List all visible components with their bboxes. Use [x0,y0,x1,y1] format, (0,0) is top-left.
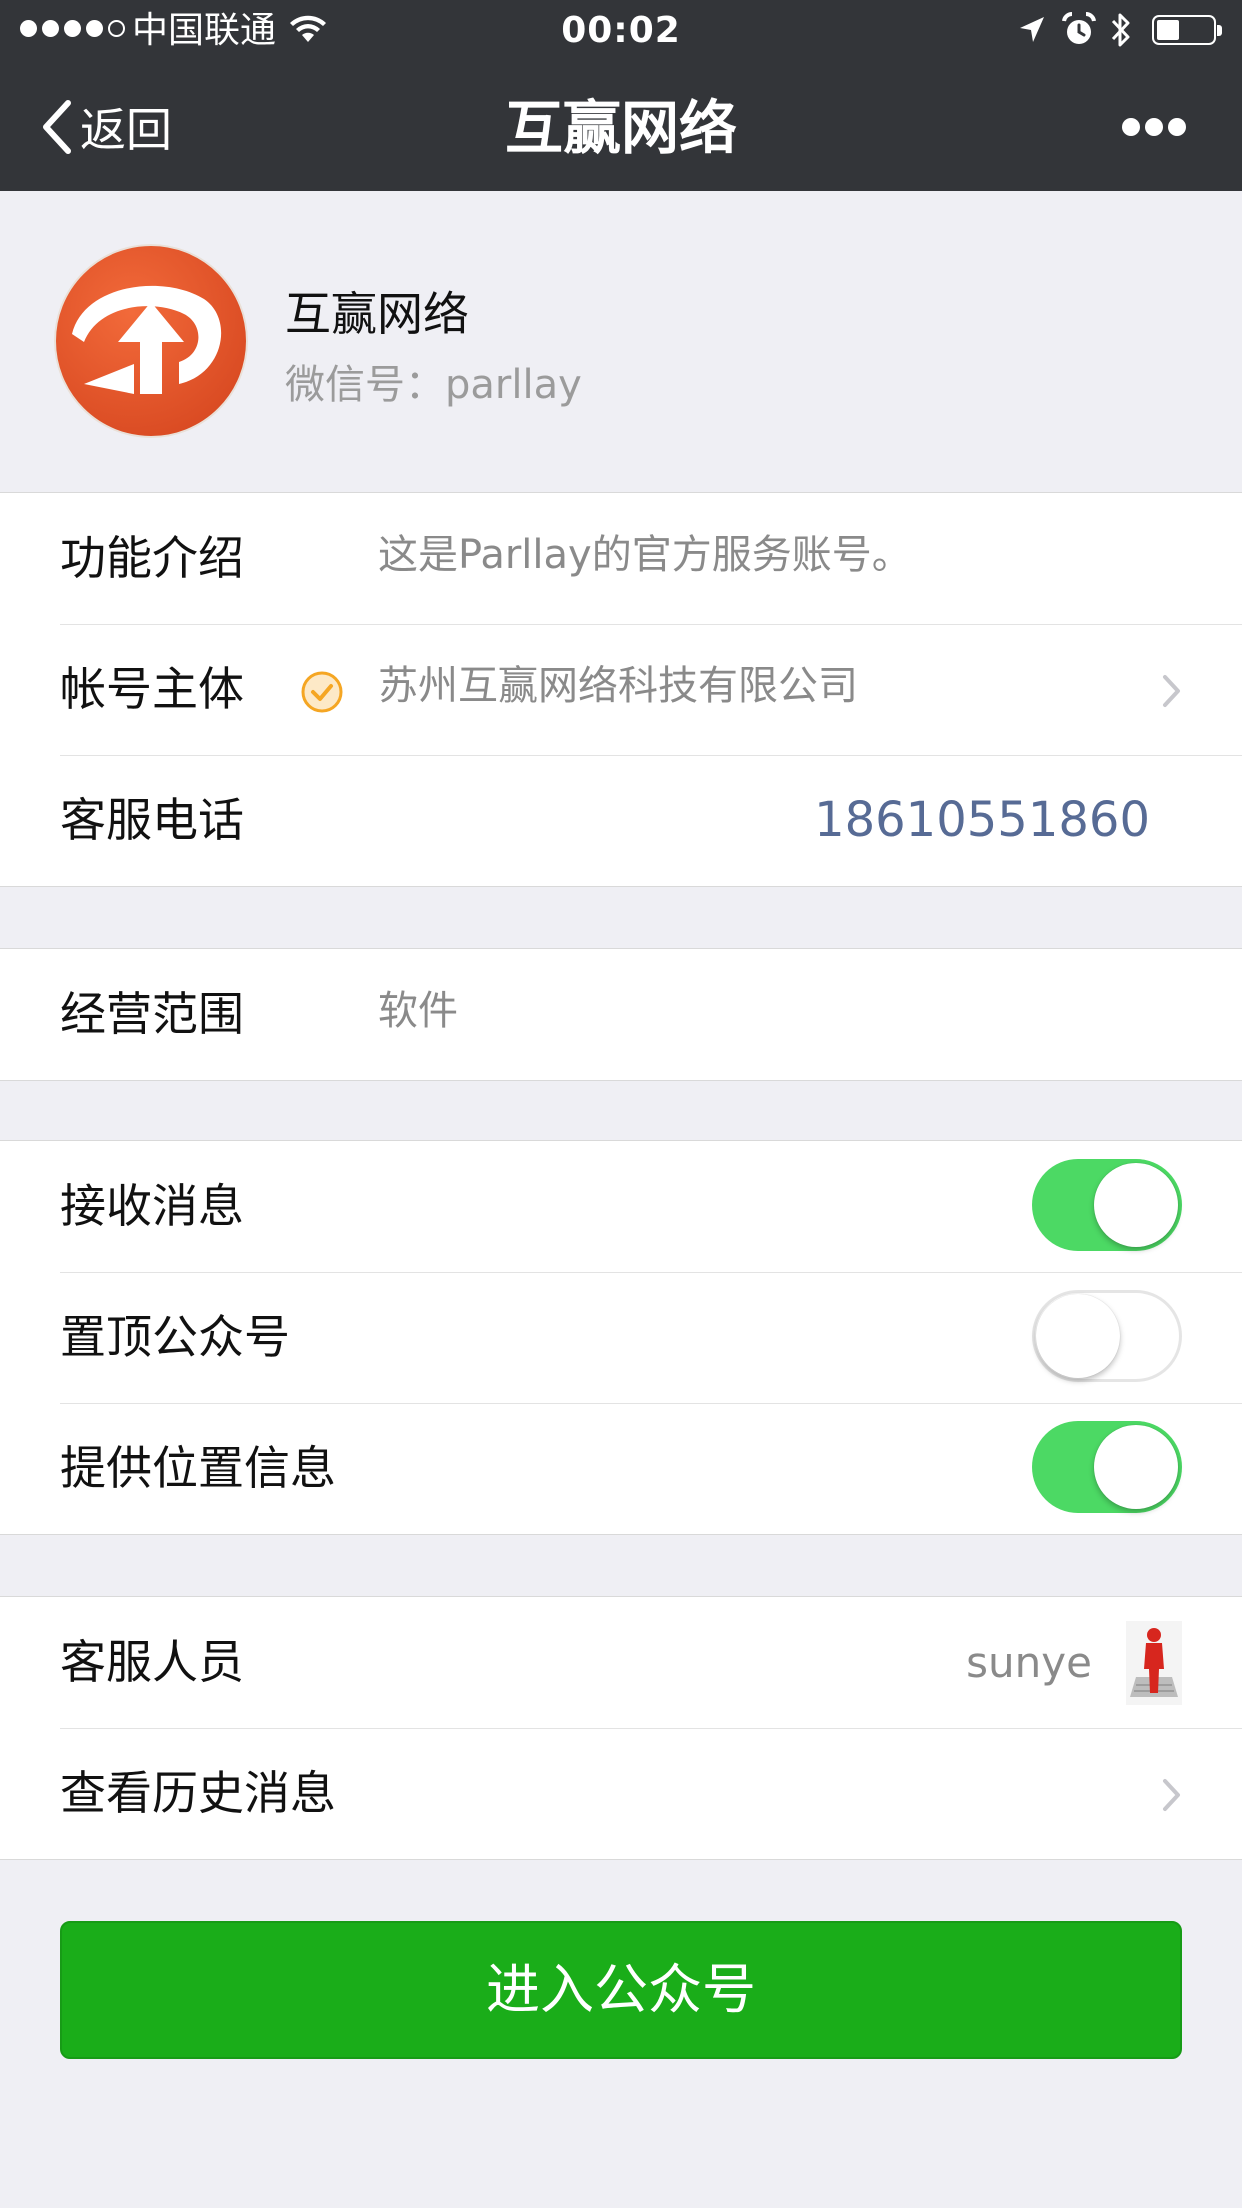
wechat-id: 微信号：parllay [285,362,582,408]
pin-account-toggle[interactable] [1032,1290,1182,1382]
phone-number-link[interactable]: 18610551860 [814,755,1150,886]
alarm-icon [1062,11,1096,44]
receive-messages-label: 接收消息 [60,1179,244,1233]
top-bar: 中国联通 00:02 返回 互赢网络 [0,0,1242,191]
receive-messages-row: 接收消息 [0,1141,1242,1272]
scope-row: 经营范围 软件 [0,949,1242,1080]
status-time: 00:02 [561,10,681,51]
enter-account-button[interactable]: 进入公众号 [60,1921,1182,2059]
phone-label: 客服电话 [60,793,244,847]
scope-value: 软件 [378,988,458,1034]
more-dots-icon[interactable] [1122,118,1186,138]
pin-account-label: 置顶公众号 [60,1310,290,1364]
page-title: 互赢网络 [504,94,737,162]
location-arrow-icon [1020,17,1044,42]
entity-value: 苏州互赢网络科技有限公司 [378,663,858,709]
bluetooth-icon [1111,13,1130,47]
account-name: 互赢网络 [285,287,469,341]
entity-row[interactable]: 帐号主体 苏州互赢网络科技有限公司 [0,624,1242,755]
chevron-right-icon [1163,675,1180,707]
service-agent-name: sunye [966,1638,1092,1687]
history-row[interactable]: 查看历史消息 [0,1728,1242,1859]
receive-messages-toggle[interactable] [1032,1159,1182,1251]
share-location-label: 提供位置信息 [60,1441,336,1495]
verified-badge-icon [301,671,343,713]
share-location-row: 提供位置信息 [0,1403,1242,1534]
intro-row: 功能介绍 这是Parllay的官方服务账号。 [0,493,1242,624]
battery-icon [1152,15,1222,45]
scope-group: 经营范围 软件 [0,948,1242,1081]
service-agent-row[interactable]: 客服人员 sunye [0,1597,1242,1728]
scope-label: 经营范围 [60,987,244,1041]
info-group: 功能介绍 这是Parllay的官方服务账号。 帐号主体 苏州互赢网络科技有限公司… [0,492,1242,887]
parllay-logo-icon [54,244,248,438]
service-group: 客服人员 sunye 查看历史消息 [0,1596,1242,1860]
history-label: 查看历史消息 [60,1766,336,1820]
account-avatar[interactable] [54,244,248,438]
phone-row[interactable]: 客服电话 18610551860 [0,755,1242,886]
agent-avatar-icon [1126,1621,1182,1705]
chevron-right-icon [1163,1779,1180,1811]
share-location-toggle[interactable] [1032,1421,1182,1513]
service-agent-label: 客服人员 [60,1635,244,1689]
entity-label: 帐号主体 [60,662,244,716]
settings-group: 接收消息 置顶公众号 提供位置信息 [0,1140,1242,1535]
intro-value: 这是Parllay的官方服务账号。 [378,532,912,578]
pin-account-row: 置顶公众号 [0,1272,1242,1403]
intro-label: 功能介绍 [60,531,244,585]
